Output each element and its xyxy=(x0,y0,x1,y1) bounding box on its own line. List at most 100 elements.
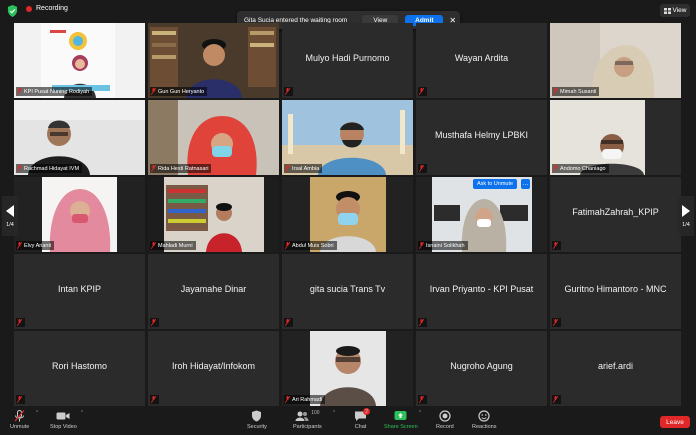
participant-tile[interactable]: Rori Hastomo xyxy=(14,331,145,406)
participant-name-label xyxy=(150,318,159,327)
record-button[interactable]: Record xyxy=(436,410,454,430)
muted-mic-icon xyxy=(17,242,22,249)
participant-tile[interactable]: Jayamahe Dinar xyxy=(148,254,279,329)
participant-tile[interactable]: Ask to Unmute … Isnaini Solikhah xyxy=(416,177,547,252)
participants-count: 100 xyxy=(311,410,320,416)
shield-icon xyxy=(252,410,262,422)
participant-name-label: Irsal Ambia xyxy=(284,164,323,173)
participant-tile[interactable]: Gun Gun Heryanto xyxy=(148,23,279,98)
muted-mic-icon xyxy=(419,319,424,326)
reactions-button[interactable]: Reactions xyxy=(472,410,496,430)
ask-to-unmute-button[interactable]: Ask to Unmute xyxy=(473,179,518,189)
participant-tile[interactable]: Rida Hesti Ratnasari xyxy=(148,100,279,175)
participant-tile[interactable]: Ari Rahmadi xyxy=(282,331,413,406)
muted-mic-icon xyxy=(151,165,156,172)
muted-mic-icon xyxy=(553,88,558,95)
participant-tile[interactable]: Wayan Ardita xyxy=(416,23,547,98)
participants-button[interactable]: 100 Participants xyxy=(293,410,322,430)
recording-indicator[interactable]: Recording xyxy=(26,5,68,12)
participant-name-label: Rida Hesti Ratnasari xyxy=(150,164,212,173)
stop-video-button[interactable]: Stop Video xyxy=(50,410,77,430)
gallery-grid: KPI Pusat Nuning Rodiyah Gun Gun Heryant… xyxy=(14,23,683,406)
participant-name-label xyxy=(552,395,561,404)
page-indicator-right: 1/4 xyxy=(682,221,690,228)
muted-mic-icon xyxy=(17,165,22,172)
participant-name: Isnaini Solikhah xyxy=(426,242,465,249)
participant-tile[interactable]: gita sucia Trans Tv xyxy=(282,254,413,329)
participant-name-label: Isnaini Solikhah xyxy=(418,241,468,250)
participant-tile[interactable]: Musthafa Helmy LPBKI xyxy=(416,100,547,175)
participant-tile[interactable]: arief.ardi xyxy=(550,331,681,406)
muted-mic-icon xyxy=(17,319,22,326)
more-options-button[interactable]: … xyxy=(521,179,530,189)
participant-display-name: Nugroho Agung xyxy=(450,361,513,371)
share-screen-icon xyxy=(394,411,407,420)
participant-tile[interactable]: Rachmad Hidayat IVM xyxy=(14,100,145,175)
participant-tile[interactable]: Nugroho Agung xyxy=(416,331,547,406)
chat-label: Chat xyxy=(354,424,367,430)
top-bar: Recording Gita Sucia entered the waiting… xyxy=(0,0,696,29)
participant-tile[interactable]: Mahladi Murni xyxy=(148,177,279,252)
participant-name-label xyxy=(16,395,25,404)
muted-mic-icon xyxy=(151,242,156,249)
muted-mic-icon xyxy=(553,319,558,326)
share-options-caret-icon[interactable]: ⌃ xyxy=(418,410,422,416)
next-page-button[interactable]: 1/4 xyxy=(678,196,694,236)
participant-name-label xyxy=(284,87,293,96)
video-camera-icon xyxy=(56,412,70,420)
chat-button[interactable]: 2 Chat xyxy=(354,408,370,430)
chevron-left-icon xyxy=(6,204,14,217)
muted-microphone-icon xyxy=(14,410,25,422)
participant-tile[interactable]: Guritno Himantoro - MNC xyxy=(550,254,681,329)
muted-mic-icon xyxy=(553,396,558,403)
participant-display-name: FatimahZahrah_KPIP xyxy=(572,207,659,217)
video-options-caret-icon[interactable]: ⌃ xyxy=(80,410,84,416)
participant-tile[interactable]: Andomo Chaniago xyxy=(550,100,681,175)
muted-mic-icon xyxy=(419,396,424,403)
unmute-button[interactable]: Unmute xyxy=(10,410,29,430)
security-label: Security xyxy=(247,424,267,430)
participant-name-label xyxy=(552,318,561,327)
participant-tile[interactable]: Mimah Susanti xyxy=(550,23,681,98)
participant-display-name: Mulyo Hadi Purnomo xyxy=(305,53,390,63)
participant-display-name: Irvan Priyanto - KPI Pusat xyxy=(429,284,534,294)
unmute-label: Unmute xyxy=(10,424,30,430)
previous-page-button[interactable]: 1/4 xyxy=(2,196,18,236)
participant-tile[interactable]: Mulyo Hadi Purnomo xyxy=(282,23,413,98)
participants-icon xyxy=(295,411,309,421)
muted-mic-icon xyxy=(419,242,424,249)
participant-tile[interactable]: FatimahZahrah_KPIP xyxy=(550,177,681,252)
participant-name: Irsal Ambia xyxy=(292,165,320,172)
muted-mic-icon xyxy=(285,396,290,403)
participant-tile[interactable]: Irvan Priyanto - KPI Pusat xyxy=(416,254,547,329)
chat-unread-badge: 2 xyxy=(363,408,370,415)
security-button[interactable]: Security xyxy=(247,410,267,430)
participant-tile[interactable]: KPI Pusat Nuning Rodiyah xyxy=(14,23,145,98)
participant-display-name: Intan KPIP xyxy=(57,284,102,294)
share-screen-label: Share Screen xyxy=(384,424,418,430)
participants-label: Participants xyxy=(293,424,322,430)
muted-mic-icon xyxy=(553,165,558,172)
audio-options-caret-icon[interactable]: ⌃ xyxy=(35,410,39,416)
participant-tile-active-speaker[interactable]: Irsal Ambia xyxy=(282,100,413,175)
participant-tile[interactable]: Elvy Arianti xyxy=(14,177,145,252)
participant-name-label: Rachmad Hidayat IVM xyxy=(16,164,83,173)
participant-tile[interactable]: Intan KPIP xyxy=(14,254,145,329)
muted-mic-icon xyxy=(17,88,22,95)
muted-mic-icon xyxy=(553,242,558,249)
participants-icon-group: 100 xyxy=(295,410,320,424)
share-screen-button[interactable]: Share Screen xyxy=(384,410,418,430)
page-indicator-left: 1/4 xyxy=(6,221,14,228)
leave-button[interactable]: Leave xyxy=(660,416,690,428)
participant-name: Andomo Chaniago xyxy=(560,165,606,172)
participant-display-name: Guritno Himantoro - MNC xyxy=(564,284,667,294)
participant-name-label xyxy=(418,318,427,327)
chevron-right-icon xyxy=(682,204,690,217)
view-layout-button[interactable]: View xyxy=(660,4,690,17)
participant-tile[interactable]: Abdul Muis Sobri xyxy=(282,177,413,252)
muted-mic-icon xyxy=(151,396,156,403)
stop-video-label: Stop Video xyxy=(50,424,77,430)
participant-tile[interactable]: Iroh Hidayat/Infokom xyxy=(148,331,279,406)
muted-mic-icon xyxy=(151,319,156,326)
participants-options-caret-icon[interactable]: ⌃ xyxy=(332,410,336,416)
